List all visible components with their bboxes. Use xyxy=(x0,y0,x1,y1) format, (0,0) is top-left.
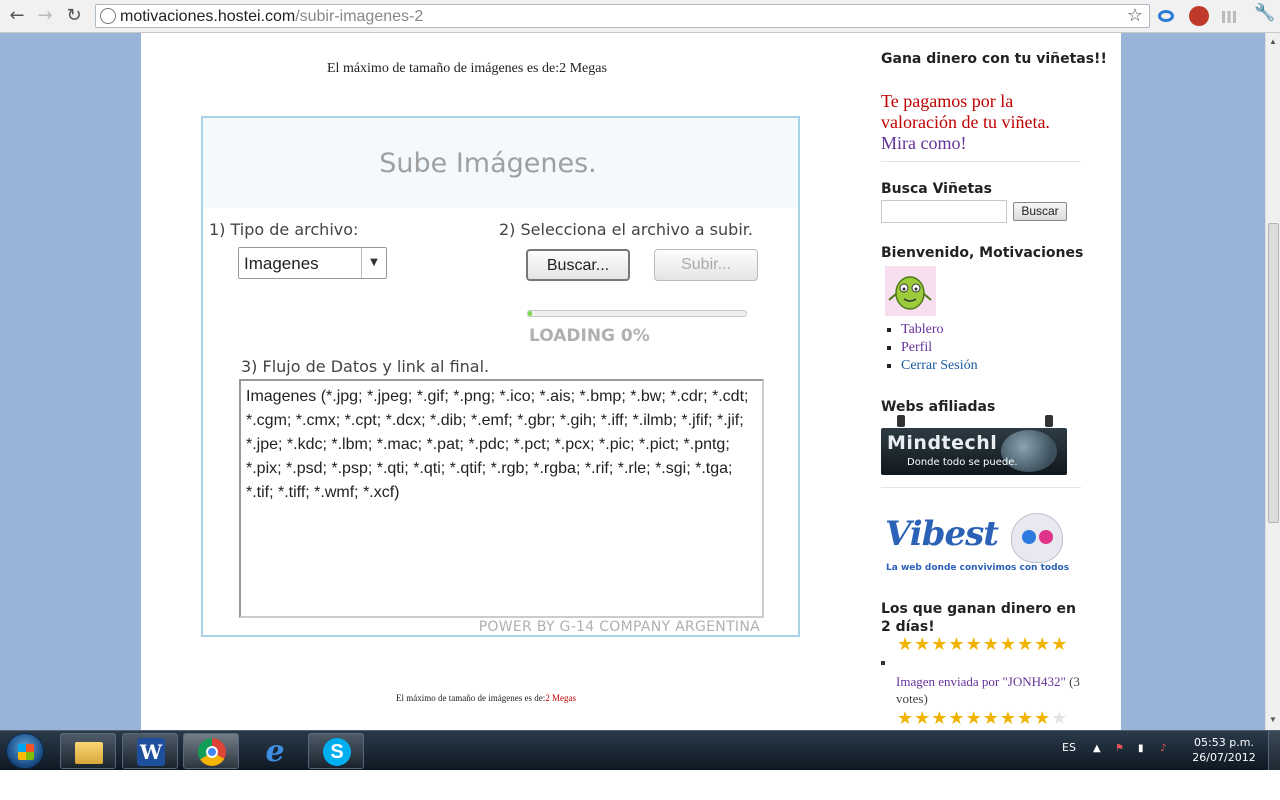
show-hidden-icons[interactable]: ▲ xyxy=(1093,743,1101,754)
browse-button[interactable]: Buscar... xyxy=(526,249,630,281)
mindtech-banner[interactable]: Mindtechl Donde todo se puede. xyxy=(881,415,1067,475)
system-clock[interactable]: 05:53 p.m. 26/07/2012 xyxy=(1188,735,1260,765)
star-icon[interactable]: ★ xyxy=(966,634,983,655)
adblock-icon[interactable] xyxy=(1189,6,1209,26)
image-uploader: Sube Imágenes. 1) Tipo de archivo: 2) Se… xyxy=(201,116,800,637)
taskbar: W e S ES ▲ ⚑ ▮ ♪ 05:53 p.m. 26/07/2012 xyxy=(0,730,1280,771)
search-input[interactable] xyxy=(881,200,1007,223)
link-perfil[interactable]: Perfil xyxy=(881,339,978,357)
star-rating[interactable]: ★★★★★★★★★★ xyxy=(897,708,1068,729)
winners-title: Los que ganan dinero en 2 días! xyxy=(881,601,1076,635)
star-icon[interactable]: ★ xyxy=(1000,708,1017,729)
vibest-banner[interactable]: Vibest La web donde convivimos con todos xyxy=(881,510,1071,578)
affiliates-title: Webs afiliadas xyxy=(881,399,996,415)
star-icon[interactable]: ★ xyxy=(1051,708,1068,729)
star-icon[interactable]: ★ xyxy=(948,634,965,655)
star-icon[interactable]: ★ xyxy=(914,708,931,729)
windows-explorer-icon[interactable] xyxy=(60,733,116,769)
vote-author-link[interactable]: Imagen enviada por "JONH432" xyxy=(896,674,1066,689)
star-rating[interactable]: ★★★★★★★★★★ xyxy=(897,634,1068,655)
star-icon[interactable]: ★ xyxy=(1017,634,1034,655)
mindtech-name: Mindtechl xyxy=(887,432,998,454)
page-content: El máximo de tamaño de imágenes es de:2 … xyxy=(141,33,1121,730)
link-tablero[interactable]: Tablero xyxy=(881,321,978,339)
vote-info: Imagen enviada por "JONH432" (3 votes) xyxy=(896,674,1080,706)
show-desktop-button[interactable] xyxy=(1268,731,1280,771)
extension-icon[interactable] xyxy=(1158,10,1174,22)
internet-explorer-icon[interactable]: e xyxy=(246,733,302,769)
word-icon[interactable]: W xyxy=(122,733,178,769)
powered-by: POWER BY G-14 COMPANY ARGENTINA xyxy=(478,619,760,635)
star-icon[interactable]: ★ xyxy=(1000,634,1017,655)
scroll-up-icon[interactable]: ▲ xyxy=(1269,37,1277,46)
star-icon[interactable]: ★ xyxy=(983,634,1000,655)
welcome-title: Bienvenido, Motivaciones xyxy=(881,245,1084,261)
windows-logo-icon xyxy=(18,744,34,760)
file-type-select[interactable]: Imagenes ▼ xyxy=(238,247,387,279)
clock-date: 26/07/2012 xyxy=(1192,751,1256,764)
vibest-tagline: La web donde convivimos con todos xyxy=(886,563,1070,573)
star-icon[interactable]: ★ xyxy=(1051,634,1068,655)
vertical-scrollbar[interactable]: ▲ ▼ xyxy=(1265,33,1280,730)
user-links: Tablero Perfil Cerrar Sesión xyxy=(881,321,978,375)
scroll-thumb[interactable] xyxy=(1268,223,1279,523)
max-size-footer: El máximo de tamaño de imágenes es de:2 … xyxy=(396,693,576,703)
url-text: motivaciones.hostei.com/subir-imagenes-2 xyxy=(120,8,424,25)
chevron-down-icon[interactable]: ▼ xyxy=(361,248,386,278)
stats-icon[interactable] xyxy=(1222,11,1236,23)
star-icon[interactable]: ★ xyxy=(1034,708,1051,729)
star-icon[interactable]: ★ xyxy=(931,708,948,729)
star-icon[interactable]: ★ xyxy=(1017,708,1034,729)
reload-icon[interactable]: ↻ xyxy=(62,5,86,27)
back-icon[interactable]: ← xyxy=(5,5,29,27)
promo-link[interactable]: Mira como! xyxy=(881,133,966,153)
vibest-logo: Vibest xyxy=(885,514,999,554)
language-indicator[interactable]: ES xyxy=(1062,741,1076,754)
search-button[interactable]: Buscar xyxy=(1013,202,1067,221)
file-type-value: Imagenes xyxy=(244,254,319,273)
step2-label: 2) Selecciona el archivo a subir. xyxy=(499,220,753,239)
star-icon[interactable]: ★ xyxy=(1034,634,1051,655)
avatar[interactable] xyxy=(885,266,936,316)
action-center-icon[interactable]: ⚑ xyxy=(1115,743,1124,754)
promo-text: Te pagamos por la valoración de tu viñet… xyxy=(881,91,1050,153)
star-icon[interactable]: ★ xyxy=(914,634,931,655)
bookmark-star-icon[interactable]: ☆ xyxy=(1127,5,1143,26)
data-flow-textarea[interactable]: Imagenes (*.jpg; *.jpeg; *.gif; *.png; *… xyxy=(239,379,764,618)
volume-icon[interactable]: ♪ xyxy=(1160,743,1166,754)
uploader-title: Sube Imágenes. xyxy=(379,148,597,179)
start-button[interactable] xyxy=(6,733,44,769)
page-icon xyxy=(100,8,116,24)
star-icon[interactable]: ★ xyxy=(966,708,983,729)
skype-icon[interactable]: S xyxy=(308,733,364,769)
step3-label: 3) Flujo de Datos y link al final. xyxy=(241,357,490,376)
earn-title: Gana dinero con tu viñetas!! xyxy=(881,51,1107,67)
loading-status: LOADING 0% xyxy=(529,326,650,346)
clock-time: 05:53 p.m. xyxy=(1194,736,1254,749)
step1-label: 1) Tipo de archivo: xyxy=(209,220,359,239)
mindtech-slogan: Donde todo se puede. xyxy=(907,457,1018,468)
star-icon[interactable]: ★ xyxy=(897,634,914,655)
network-icon[interactable]: ▮ xyxy=(1138,743,1144,754)
chrome-icon[interactable] xyxy=(183,733,239,769)
vibest-mascot-icon xyxy=(1011,513,1063,563)
browser-toolbar: ← → ↻ motivaciones.hostei.com/subir-imag… xyxy=(0,0,1280,33)
upload-progress-bar xyxy=(527,310,747,317)
star-icon[interactable]: ★ xyxy=(931,634,948,655)
wrench-icon[interactable]: 🔧 xyxy=(1254,3,1275,23)
star-icon[interactable]: ★ xyxy=(948,708,965,729)
max-size-notice: El máximo de tamaño de imágenes es de:2 … xyxy=(327,61,607,76)
upload-button[interactable]: Subir... xyxy=(654,249,758,281)
scroll-down-icon[interactable]: ▼ xyxy=(1269,715,1277,724)
star-icon[interactable]: ★ xyxy=(897,708,914,729)
progress-fill xyxy=(528,311,533,316)
address-bar[interactable]: motivaciones.hostei.com/subir-imagenes-2… xyxy=(95,4,1150,28)
link-cerrar-sesion[interactable]: Cerrar Sesión xyxy=(881,357,978,375)
star-icon[interactable]: ★ xyxy=(983,708,1000,729)
forward-icon[interactable]: → xyxy=(33,5,57,27)
search-title: Busca Viñetas xyxy=(881,181,992,197)
